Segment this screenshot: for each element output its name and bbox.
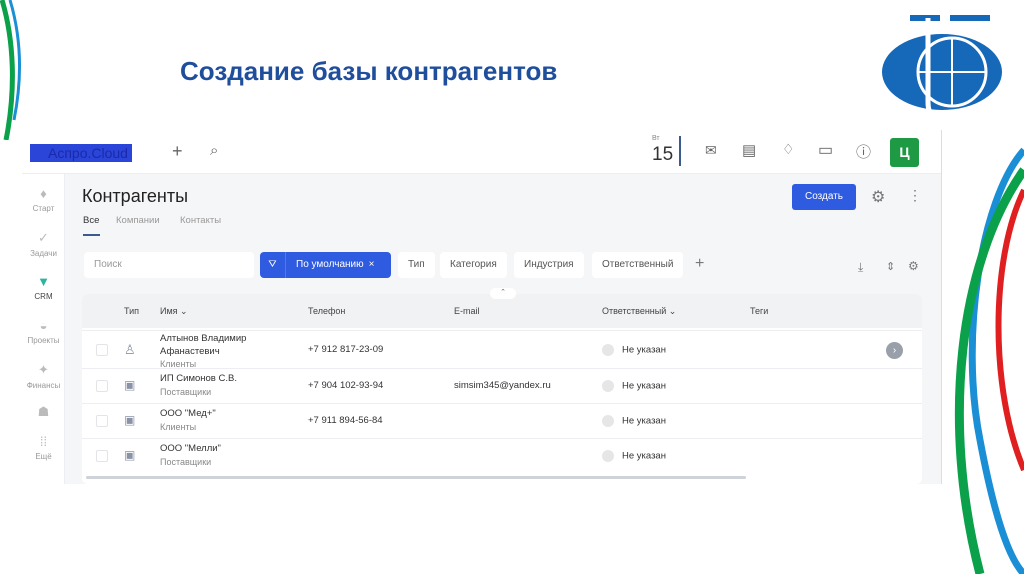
collapse-icon[interactable]: ⇕ — [886, 260, 895, 273]
header-email: E-mail — [454, 306, 480, 316]
day-number[interactable]: 15 — [652, 144, 673, 166]
sidebar-item-team[interactable]: ☗ — [22, 404, 65, 423]
phone: +7 904 102-93-94 — [308, 380, 384, 391]
decorative-ribbon-right — [954, 147, 1024, 574]
responsible: Не указан — [602, 415, 666, 427]
clear-filter-icon[interactable]: × — [369, 259, 375, 270]
add-icon[interactable]: + — [172, 141, 183, 162]
row-checkbox[interactable] — [96, 450, 108, 462]
search-input[interactable]: Поиск — [84, 252, 254, 278]
table-row[interactable]: ♙ Алтынов Владимир Афанастевич Клиенты +7… — [82, 330, 922, 371]
tab-contacts[interactable]: Контакты — [180, 215, 221, 226]
divider — [679, 136, 681, 166]
tab-companies[interactable]: Компании — [116, 215, 160, 226]
contact-name[interactable]: ИП Симонов С.В. Поставщики — [160, 373, 237, 397]
table-row[interactable]: ▣ ООО "Мед+" Клиенты +7 911 894-56-84 Не … — [82, 403, 922, 438]
table-settings-icon[interactable]: ⚙ — [908, 259, 919, 273]
row-checkbox[interactable] — [96, 344, 108, 356]
phone: +7 912 817-23-09 — [308, 344, 384, 355]
settings-icon[interactable]: ⚙ — [871, 187, 885, 207]
top-bar: Аспро.Cloud + ⌕ Вт 15 ✉ ▤ ♢ ▭ ⓘ Ц — [22, 130, 941, 174]
sidebar-item-more[interactable]: ⁞⁞ Ещё — [22, 434, 65, 461]
company-icon: ▣ — [124, 413, 136, 427]
contact-name[interactable]: ООО "Мед+" Клиенты — [160, 408, 216, 432]
company-icon: ▣ — [124, 378, 136, 392]
start-icon: ♦ — [40, 186, 47, 201]
search-icon[interactable]: ⌕ — [210, 142, 218, 159]
header-responsible[interactable]: Ответственный ⌄ — [602, 306, 676, 317]
header-phone: Телефон — [308, 306, 346, 316]
finance-icon: ✦ — [38, 362, 49, 377]
person-icon: ♙ — [124, 342, 136, 357]
header-type: Тип — [124, 306, 140, 316]
filter-responsible[interactable]: Ответственный — [592, 252, 684, 278]
filter-category[interactable]: Категория — [440, 252, 507, 278]
sidebar-item-projects[interactable]: ◒ Проекты — [22, 318, 65, 345]
responsible: Не указан — [602, 344, 666, 356]
day-label: Вт — [652, 135, 660, 142]
active-filter-chip[interactable]: ⛛ По умолчанию × — [260, 252, 391, 278]
tab-all[interactable]: Все — [83, 215, 99, 226]
sidebar-item-finance[interactable]: ✦ Финансы — [22, 362, 65, 390]
add-filter-icon[interactable]: + — [695, 255, 704, 273]
responsible: Не указан — [602, 450, 666, 462]
help-icon[interactable]: ⓘ — [856, 141, 871, 162]
filter-industry[interactable]: Индустрия — [514, 252, 584, 278]
row-checkbox[interactable] — [96, 415, 108, 427]
collapse-header-button[interactable]: ⌃ — [490, 288, 516, 299]
chat-icon[interactable]: ▭ — [818, 140, 833, 160]
notes-icon[interactable]: ▤ — [742, 141, 756, 159]
crm-icon: ▼ — [37, 274, 50, 289]
download-icon[interactable]: ⤓ — [858, 260, 863, 275]
sidebar: ♦ Старт ✓ Задачи ▼ CRM ◒ Проекты ✦ Финансы ☗ … — [22, 174, 65, 484]
mail-icon[interactable]: ✉ — [705, 142, 717, 159]
company-icon: ▣ — [124, 448, 136, 462]
responsible: Не указан — [602, 380, 666, 392]
header-tags: Теги — [750, 306, 769, 316]
user-avatar[interactable]: Ц — [890, 138, 919, 167]
sidebar-item-tasks[interactable]: ✓ Задачи — [22, 230, 65, 258]
brand-logo[interactable]: Аспро.Cloud — [30, 144, 132, 162]
table-row[interactable]: ▣ ИП Симонов С.В. Поставщики +7 904 102-9… — [82, 368, 922, 403]
sidebar-item-start[interactable]: ♦ Старт — [22, 186, 65, 213]
bell-icon[interactable]: ♢ — [782, 141, 795, 158]
page-title: Контрагенты — [82, 186, 189, 206]
active-tab-indicator — [83, 234, 100, 236]
create-button[interactable]: Создать — [792, 184, 856, 210]
university-logo — [882, 15, 1002, 127]
team-icon: ☗ — [37, 404, 50, 419]
grid-icon: ⁞⁞ — [39, 434, 48, 449]
decorative-ribbon-left — [0, 0, 22, 140]
row-checkbox[interactable] — [96, 380, 108, 392]
filter-type[interactable]: Тип — [398, 252, 435, 278]
contractors-table: ⌃ Тип Имя ⌄ Телефон E-mail Ответственный… — [82, 288, 922, 484]
projects-icon: ◒ — [39, 318, 48, 333]
more-icon[interactable]: ⋮ — [908, 187, 922, 204]
table-row[interactable]: ▣ ООО "Мелли" Поставщики Не указан — [82, 438, 922, 473]
tasks-icon: ✓ — [38, 230, 49, 245]
contact-name[interactable]: ООО "Мелли" Поставщики — [160, 443, 221, 467]
horizontal-scrollbar[interactable] — [86, 476, 746, 479]
filter-icon: ⛛ — [260, 252, 286, 278]
app-screenshot: Аспро.Cloud + ⌕ Вт 15 ✉ ▤ ♢ ▭ ⓘ Ц ♦ Старт… — [22, 130, 942, 484]
header-name[interactable]: Имя ⌄ — [160, 306, 188, 317]
sidebar-item-crm[interactable]: ▼ CRM — [22, 274, 65, 301]
open-row-arrow-icon[interactable]: › — [886, 342, 903, 359]
slide-title: Создание базы контрагентов — [180, 56, 558, 86]
email[interactable]: simsim345@yandex.ru — [454, 380, 551, 391]
phone: +7 911 894-56-84 — [308, 415, 383, 426]
contact-name[interactable]: Алтынов Владимир Афанастевич Клиенты — [160, 332, 270, 371]
table-header — [82, 294, 922, 328]
